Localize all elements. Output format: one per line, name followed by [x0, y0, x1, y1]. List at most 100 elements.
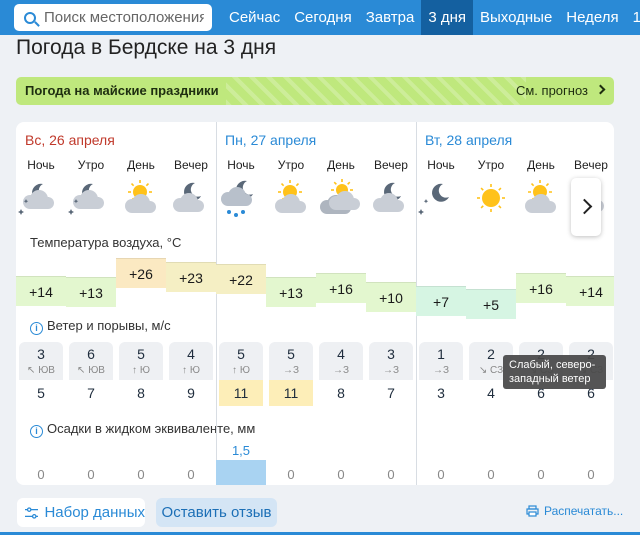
period-tabs: СейчасСегодняЗавтра3 дняВыходныеНеделя10…: [222, 0, 640, 35]
moon-cloud-icon: [366, 179, 416, 219]
wind-speed: 3: [387, 346, 395, 362]
chevron-right-icon: [595, 84, 606, 95]
wind-gust: 11: [269, 380, 313, 406]
wind-direction: →З: [382, 365, 400, 376]
day-date: Вт, 28 апреля: [425, 132, 513, 148]
forecast-card: Температура воздуха, °С i Ветер и порывы,…: [16, 122, 614, 485]
tab-0[interactable]: Сейчас: [222, 0, 287, 35]
moon-stars-icon: [416, 179, 466, 219]
wind-card[interactable]: 5 ↑ Ю 11: [219, 342, 263, 406]
precipitation-value: 0: [137, 467, 145, 482]
day-column: Пн, 27 апреля Ночь +22 5 ↑ Ю 11 1,5 Утро +13 5 …: [216, 122, 416, 485]
temperature-value: +16: [516, 273, 566, 303]
wind-card[interactable]: 3 →З 7: [369, 342, 413, 406]
wind-card[interactable]: 5 ↑ Ю 8: [119, 342, 163, 406]
day-divider: [216, 122, 217, 485]
wind-gust: 8: [119, 380, 163, 406]
page-title: Погода в Бердске на 3 дня: [16, 36, 277, 59]
precipitation-value: 0: [587, 467, 595, 482]
precipitation-value: 0: [187, 467, 195, 482]
temperature-value: +22: [216, 264, 266, 294]
tab-5[interactable]: Неделя: [559, 0, 625, 35]
period-label: Утро: [77, 158, 105, 172]
tab-1[interactable]: Сегодня: [287, 0, 359, 35]
wind-card[interactable]: 5 →З 11: [269, 342, 313, 406]
sun-icon: [466, 179, 516, 219]
printer-icon: [526, 505, 539, 517]
moon-cloud-stars-icon: [66, 179, 116, 219]
wind-gust: 9: [169, 380, 213, 406]
wind-card[interactable]: 6 ↖ ЮВ 7: [69, 342, 113, 406]
print-link[interactable]: Распечатать...: [526, 504, 623, 518]
period-label: День: [327, 158, 355, 172]
period-label: Утро: [477, 158, 505, 172]
dataset-button-label: Набор данных: [44, 504, 145, 521]
search-box[interactable]: [14, 4, 212, 31]
wind-tooltip: Слабый, северо-западный ветер: [503, 355, 606, 389]
wind-speed: 3: [37, 346, 45, 362]
top-navigation-bar: СейчасСегодняЗавтра3 дняВыходныеНеделя10…: [0, 0, 640, 35]
temperature-value: +14: [16, 276, 66, 306]
sun-cloud-icon: [516, 179, 566, 219]
print-link-label: Распечатать...: [544, 504, 624, 518]
sliders-icon: [25, 506, 39, 519]
wind-speed: 1: [437, 346, 445, 362]
period-label: Вечер: [574, 158, 608, 172]
period-label: Ночь: [227, 158, 255, 172]
wind-speed: 6: [87, 346, 95, 362]
feedback-button[interactable]: Оставить отзыв: [156, 498, 277, 527]
period-label: Ночь: [427, 158, 455, 172]
moon-cloud-icon: [166, 179, 216, 219]
tab-4[interactable]: Выходные: [473, 0, 559, 35]
wind-speed: 4: [187, 346, 195, 362]
dataset-button[interactable]: Набор данных: [17, 498, 145, 527]
period-label: Вечер: [374, 158, 408, 172]
wind-direction: ↑ Ю: [132, 365, 150, 376]
period-label: День: [527, 158, 555, 172]
search-icon: [24, 11, 36, 24]
wind-card[interactable]: 3 ↖ ЮВ 5: [19, 342, 63, 406]
wind-gust: 3: [419, 380, 463, 406]
next-days-button[interactable]: [571, 178, 601, 236]
wind-speed: 4: [337, 346, 345, 362]
temperature-value: +13: [66, 277, 116, 307]
temperature-value: +14: [566, 276, 614, 306]
day-column: Вт, 28 апреля Ночь +7 1 →З 3 0 Утро +5 2 ↘ СЗ 4…: [416, 122, 614, 485]
wind-card[interactable]: 1 →З 3: [419, 342, 463, 406]
precipitation-value: 0: [437, 467, 445, 482]
wind-gust: 7: [369, 380, 413, 406]
banner-forecast-link[interactable]: См. прогноз: [516, 83, 588, 98]
temperature-value: +5: [466, 289, 516, 319]
temperature-value: +26: [116, 258, 166, 288]
precipitation-value: 0: [387, 467, 395, 482]
period-label: День: [127, 158, 155, 172]
sun-clouds-icon: [316, 179, 366, 219]
wind-direction: ↖ ЮВ: [27, 365, 55, 376]
precipitation-value: 0: [87, 467, 95, 482]
day-column: Вс, 26 апреля Ночь +14 3 ↖ ЮВ 5 0 Утро +13 6 ↖ …: [16, 122, 216, 485]
wind-card[interactable]: 4 ↑ Ю 9: [169, 342, 213, 406]
tab-6[interactable]: 10 д: [626, 0, 640, 35]
temperature-value: +7: [416, 286, 466, 316]
banner-pattern: [226, 77, 526, 105]
precipitation-bar: [216, 460, 266, 485]
tab-3[interactable]: 3 дня: [421, 0, 473, 35]
wind-speed: 5: [137, 346, 145, 362]
day-date: Пн, 27 апреля: [225, 132, 317, 148]
wind-card[interactable]: 4 →З 8: [319, 342, 363, 406]
search-input[interactable]: [44, 9, 204, 26]
wind-gust: 7: [69, 380, 113, 406]
moon-cloud-stars-icon: [16, 179, 66, 219]
precipitation-value: 0: [337, 467, 345, 482]
wind-direction: →З: [282, 365, 300, 376]
wind-direction: ↑ Ю: [232, 365, 250, 376]
period-label: Ночь: [27, 158, 55, 172]
tab-2[interactable]: Завтра: [359, 0, 422, 35]
day-date: Вс, 26 апреля: [25, 132, 115, 148]
sun-cloud-icon: [266, 179, 316, 219]
wind-gust: 11: [219, 380, 263, 406]
temperature-value: +23: [166, 262, 216, 292]
holiday-banner[interactable]: Погода на майские праздники См. прогноз: [16, 77, 614, 105]
wind-gust: 8: [319, 380, 363, 406]
temperature-value: +13: [266, 277, 316, 307]
